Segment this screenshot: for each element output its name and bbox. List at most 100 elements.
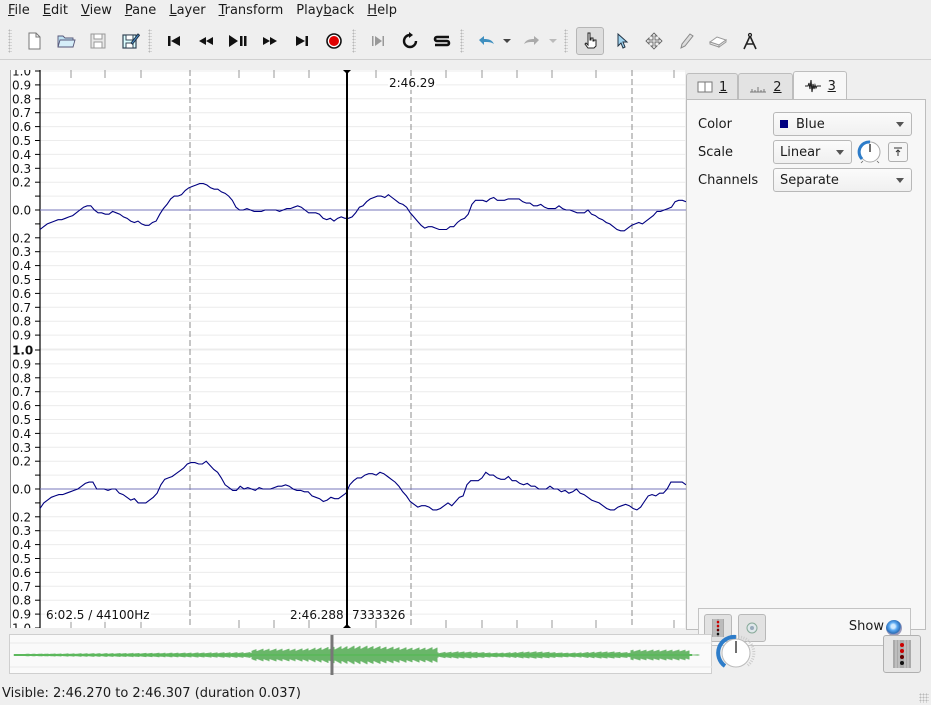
chevron-down-icon bbox=[836, 150, 844, 155]
move-tool-button[interactable] bbox=[640, 27, 668, 55]
arrow-pointer-icon bbox=[617, 32, 629, 49]
scale-label: 0.5 bbox=[12, 134, 31, 148]
waveform-canvas[interactable]: 1.00.90.80.70.60.50.40.30.20.00.20.30.40… bbox=[11, 70, 686, 628]
zoom-dial[interactable] bbox=[716, 633, 756, 673]
color-select[interactable]: Blue bbox=[773, 112, 912, 136]
menu-bar: File Edit View Pane Layer Transform Playback He… bbox=[0, 0, 931, 22]
show-label: Show bbox=[848, 619, 884, 634]
pane-icon bbox=[697, 81, 713, 93]
forward-end-button[interactable] bbox=[288, 27, 316, 55]
scale-label: 1.0 bbox=[12, 622, 31, 629]
channels-select[interactable]: Separate bbox=[773, 168, 912, 192]
scale-label: 0.2 bbox=[12, 176, 31, 190]
toggle-layer-panel-button[interactable] bbox=[883, 635, 921, 673]
scale-label: 0.8 bbox=[12, 371, 31, 385]
save-as-button[interactable] bbox=[116, 27, 144, 55]
channels-row: Channels Separate bbox=[698, 168, 912, 192]
scale-label: 0.3 bbox=[12, 245, 31, 259]
record-button[interactable] bbox=[320, 27, 348, 55]
hand-pointer-icon bbox=[584, 32, 597, 48]
measure-tool-button[interactable] bbox=[736, 27, 764, 55]
scale-label: 0.3 bbox=[12, 441, 31, 455]
menu-pane[interactable]: Pane bbox=[117, 0, 161, 22]
select-tool-button[interactable] bbox=[608, 27, 636, 55]
navigate-tool-button[interactable] bbox=[576, 26, 604, 55]
new-session-button[interactable] bbox=[20, 27, 48, 55]
menu-view[interactable]: View bbox=[73, 0, 117, 22]
chevron-down-icon bbox=[896, 178, 904, 183]
tab-ruler[interactable]: 2 bbox=[738, 73, 793, 100]
undo-button[interactable] bbox=[472, 27, 500, 55]
scale-label: 1.0 bbox=[12, 344, 33, 358]
scale-label: 0.6 bbox=[12, 287, 31, 301]
save-button[interactable] bbox=[84, 27, 112, 55]
loop-button[interactable] bbox=[396, 27, 424, 55]
redo-history-dropdown[interactable] bbox=[548, 27, 558, 55]
reset-scale-button[interactable] bbox=[888, 142, 908, 162]
show-layer-toggle[interactable] bbox=[886, 620, 902, 636]
disk-icon bbox=[90, 33, 106, 48]
overview-pane[interactable] bbox=[9, 634, 713, 675]
ruler-icon bbox=[750, 87, 767, 93]
solo-button[interactable] bbox=[428, 27, 456, 55]
scale-label: 0.4 bbox=[12, 259, 31, 273]
scale-label: 0.2 bbox=[12, 231, 31, 245]
scale-label: 0.4 bbox=[12, 148, 31, 162]
playhead-marker-top bbox=[343, 70, 351, 74]
resize-grip[interactable] bbox=[919, 693, 929, 703]
menu-layer[interactable]: Layer bbox=[161, 0, 210, 22]
folder-icon bbox=[57, 35, 76, 47]
waveform-pane[interactable]: 1.0 0.9 0.8 0.7 0.6 0.5 0.4 0.3 0.2 0.0 0.2 0.3 0.4 0… bbox=[10, 70, 686, 628]
menu-transform[interactable]: Transform bbox=[211, 0, 289, 22]
scale-row: Scale Linear bbox=[698, 140, 908, 164]
rewind-button[interactable] bbox=[192, 27, 220, 55]
new-file-icon bbox=[28, 32, 41, 49]
menu-edit[interactable]: Edit bbox=[35, 0, 73, 22]
redo-button[interactable] bbox=[518, 27, 546, 55]
playhead-marker-bottom bbox=[343, 624, 351, 628]
open-button[interactable] bbox=[52, 27, 80, 55]
toolbar-grip[interactable] bbox=[352, 28, 356, 53]
chevron-down-icon bbox=[896, 122, 904, 127]
scale-label: 0.8 bbox=[12, 92, 31, 106]
rewind-start-button[interactable] bbox=[160, 27, 188, 55]
waveform-icon bbox=[804, 79, 821, 93]
draw-tool-button[interactable] bbox=[672, 27, 700, 55]
scale-label: 0.2 bbox=[12, 510, 31, 524]
menu-file[interactable]: File bbox=[0, 0, 35, 22]
overview-waveform[interactable] bbox=[10, 635, 713, 675]
scale-label: 0.5 bbox=[12, 552, 31, 566]
cursor-time-precise: 2:46.288 bbox=[290, 608, 344, 622]
scale-label: 0.6 bbox=[12, 566, 31, 580]
erase-tool-button[interactable] bbox=[704, 27, 732, 55]
scale-select[interactable]: Linear bbox=[773, 140, 852, 164]
scale-label: 0.8 bbox=[12, 594, 31, 608]
menu-help[interactable]: Help bbox=[359, 0, 402, 22]
scale-label: 0.7 bbox=[12, 301, 31, 315]
cursor-time-label: 2:46.29 bbox=[388, 76, 437, 90]
scale-label: 0.3 bbox=[12, 162, 31, 176]
menu-playback[interactable]: Playback bbox=[288, 0, 359, 22]
undo-history-dropdown[interactable] bbox=[502, 27, 512, 55]
scale-label: 0.5 bbox=[12, 273, 31, 287]
toolbar-grip[interactable] bbox=[148, 28, 152, 53]
toolbar-grip[interactable] bbox=[8, 28, 12, 53]
gain-dial[interactable] bbox=[857, 139, 883, 165]
scale-label: 0.8 bbox=[12, 315, 31, 329]
tab-waveform[interactable]: 3 bbox=[792, 71, 847, 100]
play-selection-button[interactable] bbox=[364, 27, 392, 55]
rewind-icon bbox=[199, 36, 213, 45]
move-arrows-icon bbox=[645, 31, 663, 50]
scale-label: 0.7 bbox=[12, 106, 31, 120]
toolbar-grip[interactable] bbox=[564, 28, 568, 53]
play-pause-button[interactable] bbox=[224, 27, 252, 55]
color-value: Blue bbox=[796, 116, 825, 132]
scale-label: 0.9 bbox=[12, 608, 31, 622]
toolbar-grip[interactable] bbox=[460, 28, 464, 53]
tab-pane[interactable]: 1 bbox=[686, 73, 739, 100]
record-icon bbox=[326, 32, 342, 49]
redo-icon bbox=[524, 35, 539, 45]
fast-forward-button[interactable] bbox=[256, 27, 284, 55]
sonic-visualiser-window: File Edit View Pane Layer Transform Playback He… bbox=[0, 0, 931, 705]
channels-label: Channels bbox=[698, 172, 759, 188]
